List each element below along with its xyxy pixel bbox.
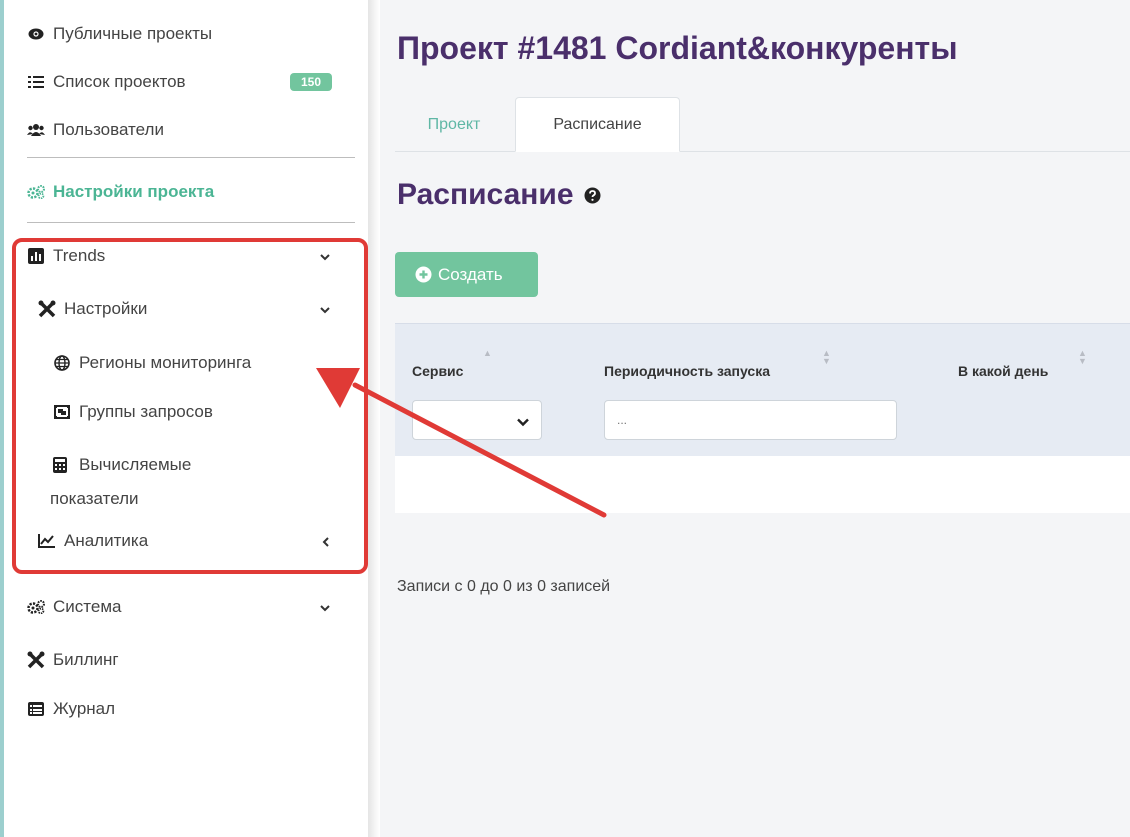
tab-schedule[interactable]: Расписание [515, 97, 680, 152]
sidebar-item-label: Настройки проекта [53, 182, 215, 201]
list-icon [27, 73, 45, 91]
sidebar-item-journal[interactable]: Журнал [27, 696, 115, 722]
tools-icon [27, 651, 45, 669]
users-icon [27, 121, 45, 139]
section-title-text: Расписание [397, 178, 574, 211]
create-button[interactable]: Создать [395, 252, 538, 297]
create-button-label: Создать [438, 264, 503, 284]
frequency-filter-input[interactable] [604, 400, 897, 440]
sidebar-item-projects-list[interactable]: Список проектов [27, 69, 186, 95]
cogs-icon [27, 183, 45, 201]
sidebar-item-users[interactable]: Пользователи [27, 117, 164, 143]
cogs-icon [27, 598, 45, 616]
section-title: Расписание [397, 178, 601, 212]
service-filter-select[interactable] [412, 400, 542, 440]
chevron-down-icon [517, 414, 529, 432]
table-body [395, 456, 1130, 513]
sort-icon[interactable]: ▲ ▼ [822, 349, 831, 366]
annotation-highlight-box [12, 238, 368, 574]
page-title: Проект #1481 Cordiant&конкуренты [397, 30, 958, 66]
sidebar-item-label: Система [53, 597, 122, 616]
question-circle-icon[interactable] [584, 187, 601, 204]
sidebar-divider [27, 157, 355, 158]
plus-circle-icon [415, 266, 432, 283]
records-info: Записи с 0 до 0 из 0 записей [397, 578, 611, 595]
column-header-day[interactable]: В какой день [958, 363, 1048, 379]
column-header-frequency[interactable]: Периодичность запуска [604, 363, 770, 379]
sidebar-item-label: Публичные проекты [53, 24, 213, 43]
sort-asc-icon[interactable]: ▲ [483, 349, 492, 358]
sidebar-item-label: Список проектов [53, 72, 186, 91]
sidebar-item-label: Пользователи [53, 120, 164, 139]
sidebar-item-project-settings[interactable]: Настройки проекта [27, 179, 214, 205]
column-header-service[interactable]: Сервис [412, 363, 463, 379]
sidebar-item-label: Биллинг [53, 650, 119, 669]
sidebar-item-label: Журнал [53, 699, 116, 718]
tab-project[interactable]: Проект [395, 97, 513, 152]
sidebar-item-system[interactable]: Система [27, 594, 121, 620]
sidebar-shadow [368, 0, 380, 837]
sidebar-accent-bar [0, 0, 4, 837]
chevron-down-icon[interactable] [318, 601, 332, 615]
sort-icon[interactable]: ▲ ▼ [1078, 349, 1087, 366]
projects-count-badge: 150 [290, 73, 332, 91]
sidebar-item-billing[interactable]: Биллинг [27, 647, 119, 673]
list-alt-icon [27, 700, 45, 718]
sidebar-item-public-projects[interactable]: Публичные проекты [27, 21, 212, 47]
eye-icon [27, 25, 45, 43]
sidebar-divider [27, 222, 355, 223]
